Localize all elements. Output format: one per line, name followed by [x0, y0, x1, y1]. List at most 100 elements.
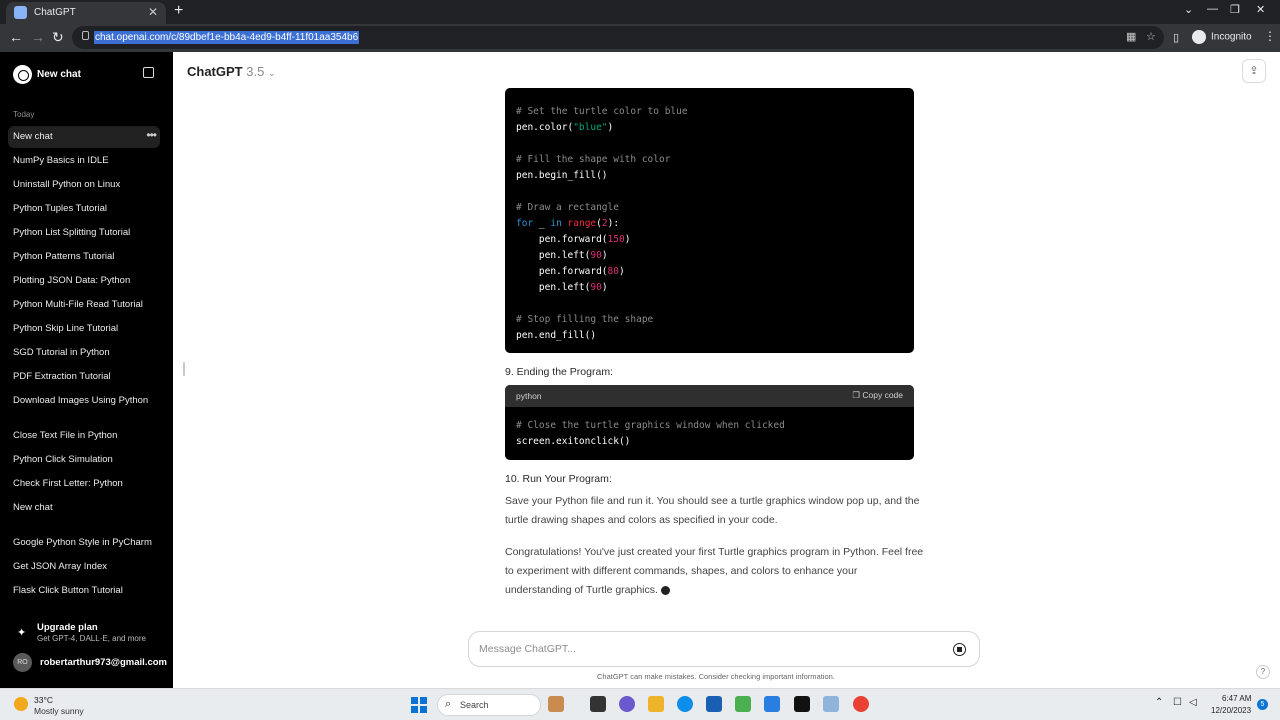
image-app-icon[interactable] — [823, 696, 839, 712]
qr-icon[interactable]: ▦ — [1126, 30, 1136, 43]
history-item-label: New chat — [13, 502, 53, 513]
history-item[interactable]: Python Multi-File Read Tutorial — [8, 294, 160, 316]
history-item-label: Download Images Using Python — [13, 395, 149, 406]
share-icon[interactable]: ⇪ — [1242, 59, 1266, 83]
history-item[interactable]: Download Images Using Python — [8, 390, 160, 412]
openai-logo-icon[interactable] — [13, 65, 32, 84]
streaming-cursor-icon — [660, 585, 670, 595]
url-text[interactable]: chat.openai.com/c/89dbef1e-bb4a-4ed9-b4f… — [94, 31, 360, 44]
bookmark-star-icon[interactable]: ☆ — [1146, 30, 1156, 43]
code-block: python ❐ Copy code # Close the turtle gr… — [505, 385, 914, 460]
section-label-today: Today — [13, 110, 35, 119]
forward-icon[interactable]: → — [31, 29, 45, 45]
history-item[interactable]: Plotting JSON Data: Python — [8, 270, 160, 292]
copy-code-label: Copy code — [862, 390, 903, 400]
edge-browser-icon[interactable] — [677, 696, 693, 712]
file-app-icon[interactable] — [590, 696, 606, 712]
reload-icon[interactable]: ↻ — [52, 29, 64, 46]
chevron-down-icon[interactable]: ⌄ — [1184, 3, 1193, 16]
back-icon[interactable]: ← — [9, 29, 23, 45]
store-app-icon[interactable] — [706, 696, 722, 712]
sidepanel-icon[interactable]: ▯ — [1173, 31, 1179, 44]
upgrade-subtitle: Get GPT-4, DALL·E, and more — [37, 634, 146, 643]
history-item-label: Close Text File in Python — [13, 430, 118, 441]
file-explorer-icon[interactable] — [648, 696, 664, 712]
weather-condition[interactable]: Mostly sunny — [34, 706, 84, 716]
history-item[interactable]: Flask Click Button Tutorial — [8, 580, 160, 602]
sidebar-collapse-handle[interactable] — [183, 362, 185, 376]
history-item[interactable]: Uninstall Python on Linux — [8, 174, 160, 196]
history-item[interactable]: Python Tuples Tutorial — [8, 198, 160, 220]
history-item[interactable]: Get JSON Array Index — [8, 556, 160, 578]
history-item[interactable]: New chat — [8, 497, 160, 519]
clock-time[interactable]: 6:47 AM — [1222, 694, 1251, 703]
new-tab-icon[interactable]: + — [174, 2, 183, 20]
paragraph: Save your Python file and run it. You sh… — [505, 495, 920, 526]
history-item[interactable]: Close Text File in Python — [8, 425, 160, 447]
taskbar-search[interactable]: ⌕ Search — [437, 694, 541, 716]
restore-icon[interactable]: ❐ — [1230, 3, 1240, 16]
new-chat-button[interactable]: New chat — [37, 69, 81, 80]
chat-app-icon[interactable] — [619, 696, 635, 712]
message-input[interactable]: Message ChatGPT... — [479, 643, 576, 655]
history-item[interactable]: Python List Splitting Tutorial — [8, 222, 160, 244]
sun-icon[interactable] — [14, 697, 28, 711]
compose-icon[interactable] — [143, 67, 154, 78]
history-item[interactable]: NumPy Basics in IDLE — [8, 150, 160, 172]
tab-title: ChatGPT — [34, 7, 76, 18]
incognito-indicator[interactable]: Incognito — [1192, 30, 1252, 44]
code-line: pen.end_fill() — [516, 330, 597, 341]
minimize-icon[interactable]: — — [1207, 3, 1218, 15]
close-window-icon[interactable]: ✕ — [1256, 3, 1265, 16]
lock-icon[interactable] — [82, 31, 89, 40]
model-selector[interactable]: ChatGPT 3.5 ⌄ — [187, 64, 276, 79]
windows-start-icon[interactable] — [411, 697, 427, 713]
close-tab-icon[interactable]: ✕ — [148, 5, 158, 19]
history-item[interactable]: Python Patterns Tutorial — [8, 246, 160, 268]
history-item-label: Plotting JSON Data: Python — [13, 275, 131, 286]
upgrade-title: Upgrade plan — [37, 622, 98, 633]
network-icon[interactable]: ☐ — [1173, 697, 1182, 708]
browser-tabstrip: ChatGPT ✕ + ⌄ — ❐ ✕ — [0, 0, 1280, 24]
chevron-up-icon[interactable]: ⌃ — [1155, 697, 1163, 708]
browser-tab[interactable]: ChatGPT ✕ — [6, 2, 166, 24]
vscode-app-icon[interactable] — [764, 696, 780, 712]
history-item[interactable]: Python Skip Line Tutorial — [8, 318, 160, 340]
chevron-down-icon: ⌄ — [267, 68, 276, 78]
search-icon: ⌕ — [445, 698, 452, 710]
widgets-app-icon[interactable] — [548, 696, 564, 712]
weather-temperature[interactable]: 33°C — [34, 695, 53, 705]
message-composer[interactable]: Message ChatGPT... — [468, 631, 980, 667]
history-item[interactable]: SGD Tutorial in Python — [8, 342, 160, 364]
history-item[interactable]: New chat ••• — [8, 126, 160, 148]
code-line: screen.exitonclick() — [516, 436, 631, 447]
code-line: for _ in range(2): — [516, 218, 620, 229]
scroll-fade — [0, 600, 173, 622]
notepad-app-icon[interactable] — [735, 696, 751, 712]
menu-kebab-icon[interactable]: ⋮ — [1264, 29, 1276, 43]
history-item[interactable]: PDF Extraction Tutorial — [8, 366, 160, 388]
clock-date[interactable]: 12/20/2023 — [1211, 706, 1251, 715]
code-line: pen.left(90) — [516, 282, 608, 293]
browser-toolbar: ← → ↻ chat.openai.com/c/89dbef1e-bb4a-4e… — [0, 24, 1280, 52]
chrome-browser-icon[interactable] — [853, 696, 869, 712]
history-item[interactable]: Python Click Simulation — [8, 449, 160, 471]
copy-code-button[interactable]: ❐ Copy code — [852, 390, 903, 401]
chatgpt-favicon-icon — [14, 6, 27, 19]
address-bar[interactable]: chat.openai.com/c/89dbef1e-bb4a-4ed9-b4f… — [72, 26, 1164, 49]
history-item-label: Python Skip Line Tutorial — [13, 323, 119, 334]
help-button[interactable]: ? — [1256, 665, 1270, 679]
code-header: python ❐ Copy code — [505, 385, 914, 407]
stop-generating-icon[interactable] — [953, 643, 966, 656]
history-item[interactable]: Check First Letter: Python — [8, 473, 160, 495]
history-item-label: Get JSON Array Index — [13, 561, 107, 572]
more-options-icon[interactable]: ••• — [146, 128, 157, 142]
terminal-app-icon[interactable] — [794, 696, 810, 712]
history-item[interactable]: Google Python Style in PyCharm — [8, 532, 160, 554]
history-item-label: Python Tuples Tutorial — [13, 203, 107, 214]
notification-badge[interactable]: 5 — [1257, 699, 1268, 710]
history-item-label: Python Patterns Tutorial — [13, 251, 115, 262]
code-line: pen.forward(80) — [516, 266, 625, 277]
speaker-icon[interactable]: ◁ — [1189, 697, 1197, 708]
step-heading: 9. Ending the Program: — [505, 366, 613, 378]
